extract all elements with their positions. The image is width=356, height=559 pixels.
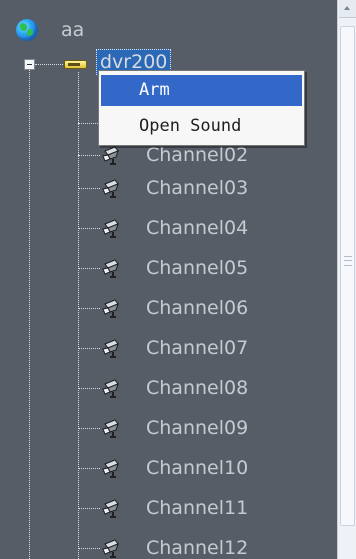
scroll-up-icon[interactable] xyxy=(339,0,356,18)
minus-expander-icon[interactable] xyxy=(24,59,35,70)
channel-label: Channel04 xyxy=(146,217,249,239)
camera-icon xyxy=(100,336,124,360)
camera-icon xyxy=(100,416,124,440)
channel-connector xyxy=(78,308,100,309)
camera-icon xyxy=(100,143,124,167)
channel-connector xyxy=(78,348,100,349)
root-vertical-connector xyxy=(29,70,30,559)
camera-icon xyxy=(102,459,119,478)
channel-connector xyxy=(78,188,100,189)
channel-label: Channel09 xyxy=(146,417,249,439)
camera-icon xyxy=(100,176,124,200)
camera-icon xyxy=(102,379,119,398)
camera-icon xyxy=(100,216,124,240)
scroll-grip-icon xyxy=(344,256,352,266)
channel-connector xyxy=(78,388,100,389)
context-menu: Arm Open Sound xyxy=(98,70,305,146)
camera-icon xyxy=(102,179,119,198)
scroll-thumb[interactable] xyxy=(340,26,355,526)
device-tree-window: aa dvr200 Channel01Channel02Channel03Cha… xyxy=(0,0,356,559)
channel-connector xyxy=(78,508,100,509)
channel-connector xyxy=(78,468,100,469)
channel-connector xyxy=(78,228,100,229)
context-menu-item-open-sound[interactable]: Open Sound xyxy=(101,111,302,142)
channel-label: Channel07 xyxy=(146,337,249,359)
globe-icon xyxy=(16,19,38,41)
channel-label: Channel06 xyxy=(146,297,249,319)
channel-connector xyxy=(78,268,100,269)
vertical-scrollbar[interactable] xyxy=(337,0,356,559)
channel-connector xyxy=(78,428,100,429)
channel-label: Channel05 xyxy=(146,257,249,279)
channel-connector xyxy=(78,548,100,549)
channel-label: Channel03 xyxy=(146,177,249,199)
camera-icon xyxy=(102,259,119,278)
camera-icon xyxy=(100,456,124,480)
camera-icon xyxy=(100,496,124,520)
camera-icon xyxy=(102,499,119,518)
channel-connector xyxy=(78,123,100,124)
tree-root-label: aa xyxy=(61,19,85,41)
channel-connector xyxy=(78,155,100,156)
camera-icon xyxy=(100,536,124,559)
device-vertical-connector xyxy=(78,72,79,559)
channel-label: Channel08 xyxy=(146,377,249,399)
camera-icon xyxy=(102,146,119,165)
channel-label: Channel12 xyxy=(146,537,249,559)
channel-label: Channel10 xyxy=(146,457,249,479)
camera-icon xyxy=(102,339,119,358)
camera-icon xyxy=(100,296,124,320)
camera-icon xyxy=(100,376,124,400)
context-menu-item-arm[interactable]: Arm xyxy=(101,75,302,106)
camera-icon xyxy=(102,539,119,558)
device-horizontal-connector xyxy=(35,64,63,65)
camera-icon xyxy=(102,419,119,438)
camera-icon xyxy=(100,256,124,280)
channel-label: Channel11 xyxy=(146,497,249,519)
dvr-device-detail xyxy=(68,63,80,66)
camera-icon xyxy=(102,219,119,238)
camera-icon xyxy=(102,299,119,318)
dvr-device-icon xyxy=(64,56,88,72)
